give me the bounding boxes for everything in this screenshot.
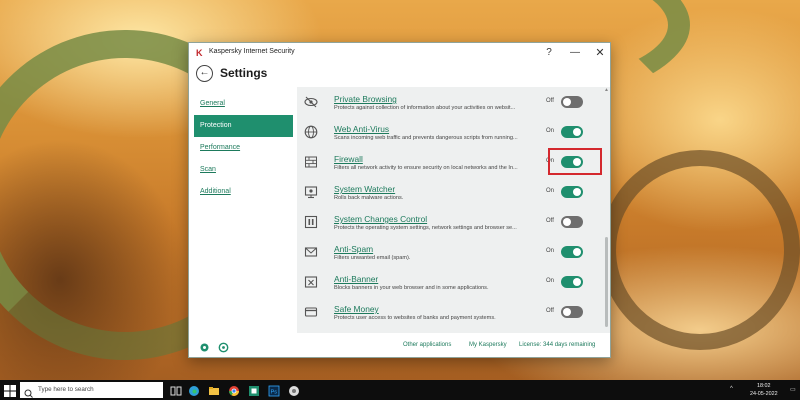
pause-icon <box>304 215 318 229</box>
list-item-system-changes-control: System Changes Control Protects the oper… <box>297 210 597 240</box>
list-item-system-watcher: System Watcher Rolls back malware action… <box>297 180 597 210</box>
other-applications-link[interactable]: Other applications <box>403 342 451 348</box>
sidebar-item-general[interactable]: General <box>194 93 293 115</box>
app-title: Kaspersky Internet Security <box>209 48 295 55</box>
clock-time: 18:02 <box>757 383 771 389</box>
component-title[interactable]: Firewall <box>334 154 363 164</box>
card-icon <box>304 305 318 319</box>
component-description: Rolls back malware actions. <box>334 195 404 201</box>
web-anti-virus-toggle[interactable] <box>561 126 583 138</box>
component-description: Filters unwanted email (spam). <box>334 255 411 261</box>
support-icon[interactable] <box>218 340 229 353</box>
notification-icon[interactable]: ▭ <box>790 386 796 393</box>
kaspersky-logo-icon: K <box>196 48 203 58</box>
app-icon[interactable] <box>288 384 300 396</box>
component-description: Protects against collection of informati… <box>334 105 516 111</box>
search-placeholder: Type here to search <box>38 386 94 393</box>
help-button[interactable]: ? <box>540 45 558 61</box>
kaspersky-taskbar-icon[interactable] <box>248 384 260 396</box>
license-link[interactable]: License: 344 days remaining <box>519 342 595 348</box>
component-title[interactable]: Private Browsing <box>334 94 397 104</box>
page-title: Settings <box>220 66 268 80</box>
component-description: Protects the operating system settings, … <box>334 225 517 231</box>
clock-date: 24-05-2022 <box>750 391 778 397</box>
component-title[interactable]: Safe Money <box>334 304 379 314</box>
toggle-state-label: Off <box>546 98 554 104</box>
list-item-safe-money: Safe Money Protects user access to websi… <box>297 300 597 330</box>
component-title[interactable]: Anti-Banner <box>334 274 378 284</box>
list-item-anti-banner: Anti-Banner Blocks banners in your web b… <box>297 270 597 300</box>
component-title[interactable]: Anti-Spam <box>334 244 373 254</box>
component-description: Protects user access to websites of bank… <box>334 315 496 321</box>
sidebar-item-protection[interactable]: Protection <box>194 115 293 137</box>
envelope-icon <box>304 245 318 259</box>
protection-components-list: Private Browsing Protects against collec… <box>297 87 610 333</box>
list-item-private-browsing: Private Browsing Protects against collec… <box>297 90 597 120</box>
firewall-toggle-highlight <box>548 148 602 175</box>
kaspersky-window: K Kaspersky Internet Security ? — ✕ ← Se… <box>188 42 611 358</box>
list-scrollbar[interactable]: ▲ <box>604 87 610 331</box>
safe-money-toggle[interactable] <box>561 306 583 318</box>
edge-browser-icon[interactable] <box>188 384 200 396</box>
scroll-up-arrow-icon[interactable]: ▲ <box>604 87 609 93</box>
component-title[interactable]: System Changes Control <box>334 214 427 224</box>
window-footer: Other applications My Kaspersky License:… <box>189 333 610 358</box>
banner-block-icon <box>304 275 318 289</box>
taskbar-clock[interactable]: 18:02 24-05-2022 <box>750 382 778 398</box>
anti-banner-toggle[interactable] <box>561 276 583 288</box>
list-item-anti-spam: Anti-Spam Filters unwanted email (spam).… <box>297 240 597 270</box>
system-changes-control-toggle[interactable] <box>561 216 583 228</box>
settings-gear-icon[interactable] <box>199 340 210 352</box>
close-button[interactable]: ✕ <box>591 45 609 61</box>
globe-icon <box>304 125 318 139</box>
windows-taskbar: Type here to search Ps ^ 18:02 24-05-202… <box>0 380 800 400</box>
search-icon <box>24 385 33 398</box>
list-item-web-anti-virus: Web Anti-Virus Scans incoming web traffi… <box>297 120 597 150</box>
toggle-state-label: On <box>546 128 555 134</box>
component-title[interactable]: Web Anti-Virus <box>334 124 389 134</box>
system-tray-chevron-icon[interactable]: ^ <box>730 386 733 392</box>
sidebar-item-scan[interactable]: Scan <box>194 159 293 181</box>
anti-spam-toggle[interactable] <box>561 246 583 258</box>
title-bar: K Kaspersky Internet Security ? — ✕ <box>189 43 610 63</box>
firewall-icon <box>304 155 318 169</box>
my-kaspersky-link[interactable]: My Kaspersky <box>469 342 507 348</box>
component-description: Filters all network activity to ensure s… <box>334 165 518 171</box>
toggle-state-label: On <box>546 188 555 194</box>
toggle-state-label: Off <box>546 308 554 314</box>
toggle-state-label: Off <box>546 218 554 224</box>
toggle-state-label: On <box>546 248 555 254</box>
svg-text:Ps: Ps <box>271 390 278 396</box>
component-description: Blocks banners in your web browser and i… <box>334 285 489 291</box>
eye-slash-icon <box>304 95 318 109</box>
monitor-icon <box>304 185 318 199</box>
settings-sidebar: General Protection Performance Scan Addi… <box>190 87 297 331</box>
windows-start-icon[interactable] <box>4 384 16 397</box>
back-button[interactable]: ← <box>196 65 213 82</box>
chrome-icon[interactable] <box>228 384 240 396</box>
private-browsing-toggle[interactable] <box>561 96 583 108</box>
component-description: Scans incoming web traffic and prevents … <box>334 135 518 141</box>
photoshop-icon[interactable]: Ps <box>268 384 280 397</box>
taskbar-search-input[interactable]: Type here to search <box>20 382 163 398</box>
scroll-thumb[interactable] <box>605 237 608 327</box>
toggle-state-label: On <box>546 278 555 284</box>
sidebar-item-additional[interactable]: Additional <box>194 181 293 203</box>
system-watcher-toggle[interactable] <box>561 186 583 198</box>
task-view-icon[interactable] <box>170 384 182 396</box>
arrow-left-icon: ← <box>199 67 210 78</box>
component-title[interactable]: System Watcher <box>334 184 395 194</box>
file-explorer-icon[interactable] <box>208 384 220 396</box>
sidebar-item-performance[interactable]: Performance <box>194 137 293 159</box>
minimize-button[interactable]: — <box>566 45 584 61</box>
